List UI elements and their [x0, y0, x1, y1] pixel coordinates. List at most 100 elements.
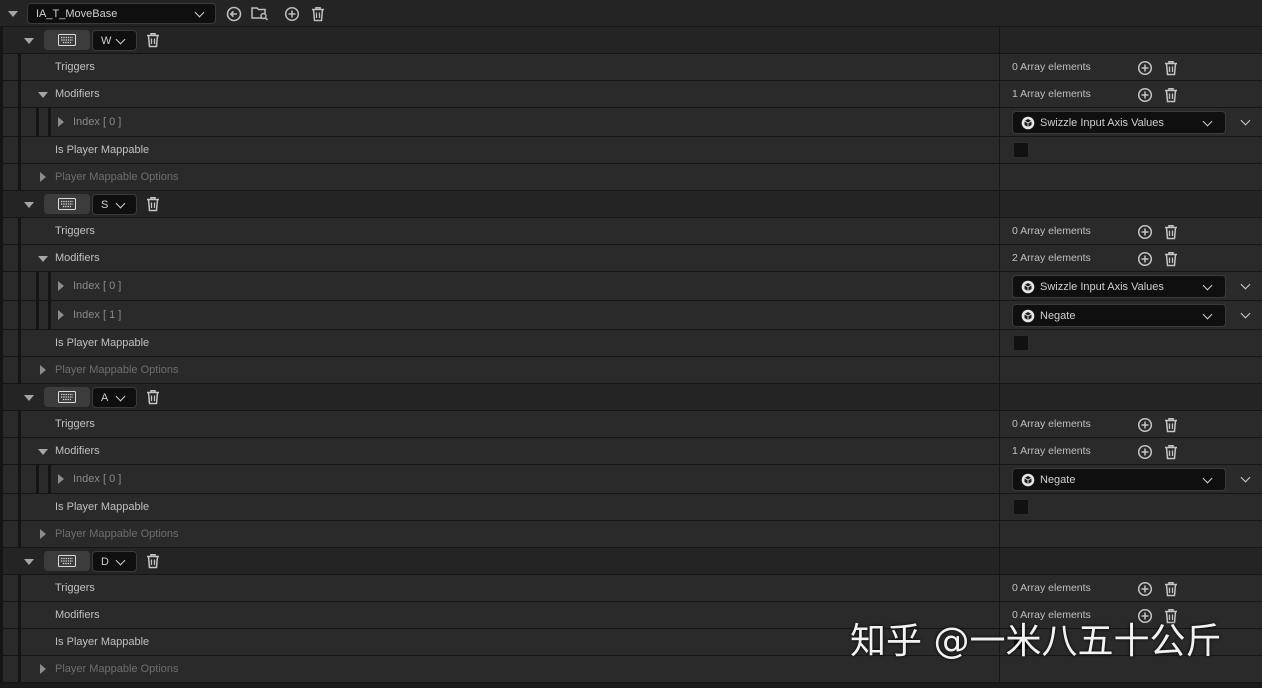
add-element-icon[interactable] — [1137, 581, 1153, 597]
delete-mapping-icon[interactable] — [145, 32, 161, 48]
player-mappable-label: Is Player Mappable — [55, 501, 150, 513]
indent-gutter — [0, 108, 3, 136]
add-element-icon[interactable] — [1137, 87, 1153, 103]
expand-arrow-icon[interactable] — [58, 310, 64, 320]
clear-elements-icon[interactable] — [1163, 224, 1179, 240]
expand-chevron-icon[interactable] — [1240, 279, 1251, 290]
column-divider — [999, 218, 1000, 244]
expand-arrow-icon[interactable] — [58, 281, 64, 291]
player-mappable-checkbox[interactable] — [1013, 142, 1029, 158]
keyboard-button[interactable] — [44, 551, 90, 571]
column-divider — [999, 54, 1000, 80]
triggers-label: Triggers — [55, 582, 95, 594]
indent-gutter — [18, 629, 21, 655]
column-divider — [999, 191, 1000, 217]
indent-gutter — [0, 301, 3, 329]
indent-gutter — [18, 438, 21, 464]
keyboard-button[interactable] — [44, 194, 90, 214]
expand-arrow-icon[interactable] — [40, 529, 46, 539]
keyboard-button[interactable] — [44, 30, 90, 50]
mapping-key-row: S — [0, 191, 1262, 218]
indent-gutter — [48, 301, 51, 329]
add-element-icon[interactable] — [1137, 60, 1153, 76]
expand-arrow-icon[interactable] — [38, 449, 48, 455]
clear-elements-icon[interactable] — [1163, 417, 1179, 433]
column-divider — [999, 465, 1000, 493]
modifier-class-icon — [1021, 280, 1035, 294]
indent-gutter — [18, 164, 21, 190]
mappable-options-label: Player Mappable Options — [55, 528, 179, 540]
column-divider — [999, 494, 1000, 520]
modifier-class-select[interactable]: Negate — [1012, 304, 1226, 327]
indent-gutter — [0, 465, 3, 493]
clear-elements-icon[interactable] — [1163, 60, 1179, 76]
key-select[interactable]: S — [92, 194, 137, 215]
add-element-icon[interactable] — [1137, 251, 1153, 267]
delete-mapping-icon[interactable] — [145, 389, 161, 405]
expand-chevron-icon[interactable] — [1240, 115, 1251, 126]
modifier-class-select[interactable]: Swizzle Input Axis Values — [1012, 111, 1226, 134]
column-divider — [999, 27, 1000, 53]
chevron-down-icon — [1202, 309, 1213, 320]
column-divider — [999, 384, 1000, 410]
collapse-arrow-icon[interactable] — [24, 559, 34, 565]
column-divider — [999, 575, 1000, 601]
expand-arrow-icon[interactable] — [38, 256, 48, 262]
player-mappable-checkbox[interactable] — [1013, 335, 1029, 351]
indent-gutter — [36, 108, 39, 136]
key-select[interactable]: A — [92, 387, 137, 408]
expand-arrow-icon[interactable] — [40, 664, 46, 674]
indent-gutter — [48, 272, 51, 300]
modifier-index-row: Index [ 0 ] Swizzle Input Axis Values — [0, 108, 1262, 137]
modifier-class-value: Negate — [1040, 309, 1076, 322]
modifier-class-select[interactable]: Negate — [1012, 468, 1226, 491]
indent-gutter — [0, 330, 3, 356]
indent-gutter — [0, 575, 3, 601]
add-element-icon[interactable] — [1137, 444, 1153, 460]
clear-elements-icon[interactable] — [1163, 87, 1179, 103]
collapse-arrow-icon[interactable] — [24, 38, 34, 44]
add-element-icon[interactable] — [1137, 224, 1153, 240]
keyboard-button[interactable] — [44, 387, 90, 407]
delete-icon[interactable] — [310, 6, 326, 22]
chevron-down-icon — [115, 34, 126, 45]
expand-arrow-icon[interactable] — [40, 365, 46, 375]
input-action-combo[interactable]: IA_T_MoveBase — [27, 3, 216, 24]
triggers-count: 0 Array elements — [1012, 418, 1091, 430]
expand-arrow-icon[interactable] — [38, 92, 48, 98]
delete-mapping-icon[interactable] — [145, 196, 161, 212]
browse-folder-icon[interactable] — [251, 5, 269, 22]
delete-mapping-icon[interactable] — [145, 553, 161, 569]
modifier-class-select[interactable]: Swizzle Input Axis Values — [1012, 275, 1226, 298]
indent-gutter — [0, 494, 3, 520]
indent-gutter — [18, 330, 21, 356]
clear-elements-icon[interactable] — [1163, 251, 1179, 267]
collapse-arrow-icon[interactable] — [24, 202, 34, 208]
modifiers-label: Modifiers — [55, 88, 100, 100]
key-select[interactable]: D — [92, 551, 137, 572]
collapse-arrow-icon[interactable] — [8, 11, 18, 17]
key-select[interactable]: W — [92, 30, 137, 51]
expand-chevron-icon[interactable] — [1240, 472, 1251, 483]
chevron-down-icon — [1202, 116, 1213, 127]
mapping-key-row: A — [0, 384, 1262, 411]
modifiers-row: Modifiers 1 Array elements — [0, 438, 1262, 465]
add-mapping-icon[interactable] — [284, 6, 300, 22]
expand-arrow-icon[interactable] — [40, 172, 46, 182]
clear-elements-icon[interactable] — [1163, 581, 1179, 597]
expand-arrow-icon[interactable] — [58, 117, 64, 127]
indent-gutter — [18, 108, 21, 136]
browse-back-icon[interactable] — [226, 6, 242, 22]
indent-gutter — [18, 411, 21, 437]
add-element-icon[interactable] — [1137, 417, 1153, 433]
indent-gutter — [36, 465, 39, 493]
player-mappable-checkbox[interactable] — [1013, 499, 1029, 515]
modifiers-row: Modifiers 1 Array elements — [0, 81, 1262, 108]
clear-elements-icon[interactable] — [1163, 444, 1179, 460]
collapse-arrow-icon[interactable] — [24, 395, 34, 401]
expand-chevron-icon[interactable] — [1240, 308, 1251, 319]
indent-gutter — [0, 438, 3, 464]
index-label: Index [ 1 ] — [73, 309, 122, 321]
mapping-key-row: W — [0, 27, 1262, 54]
expand-arrow-icon[interactable] — [58, 474, 64, 484]
